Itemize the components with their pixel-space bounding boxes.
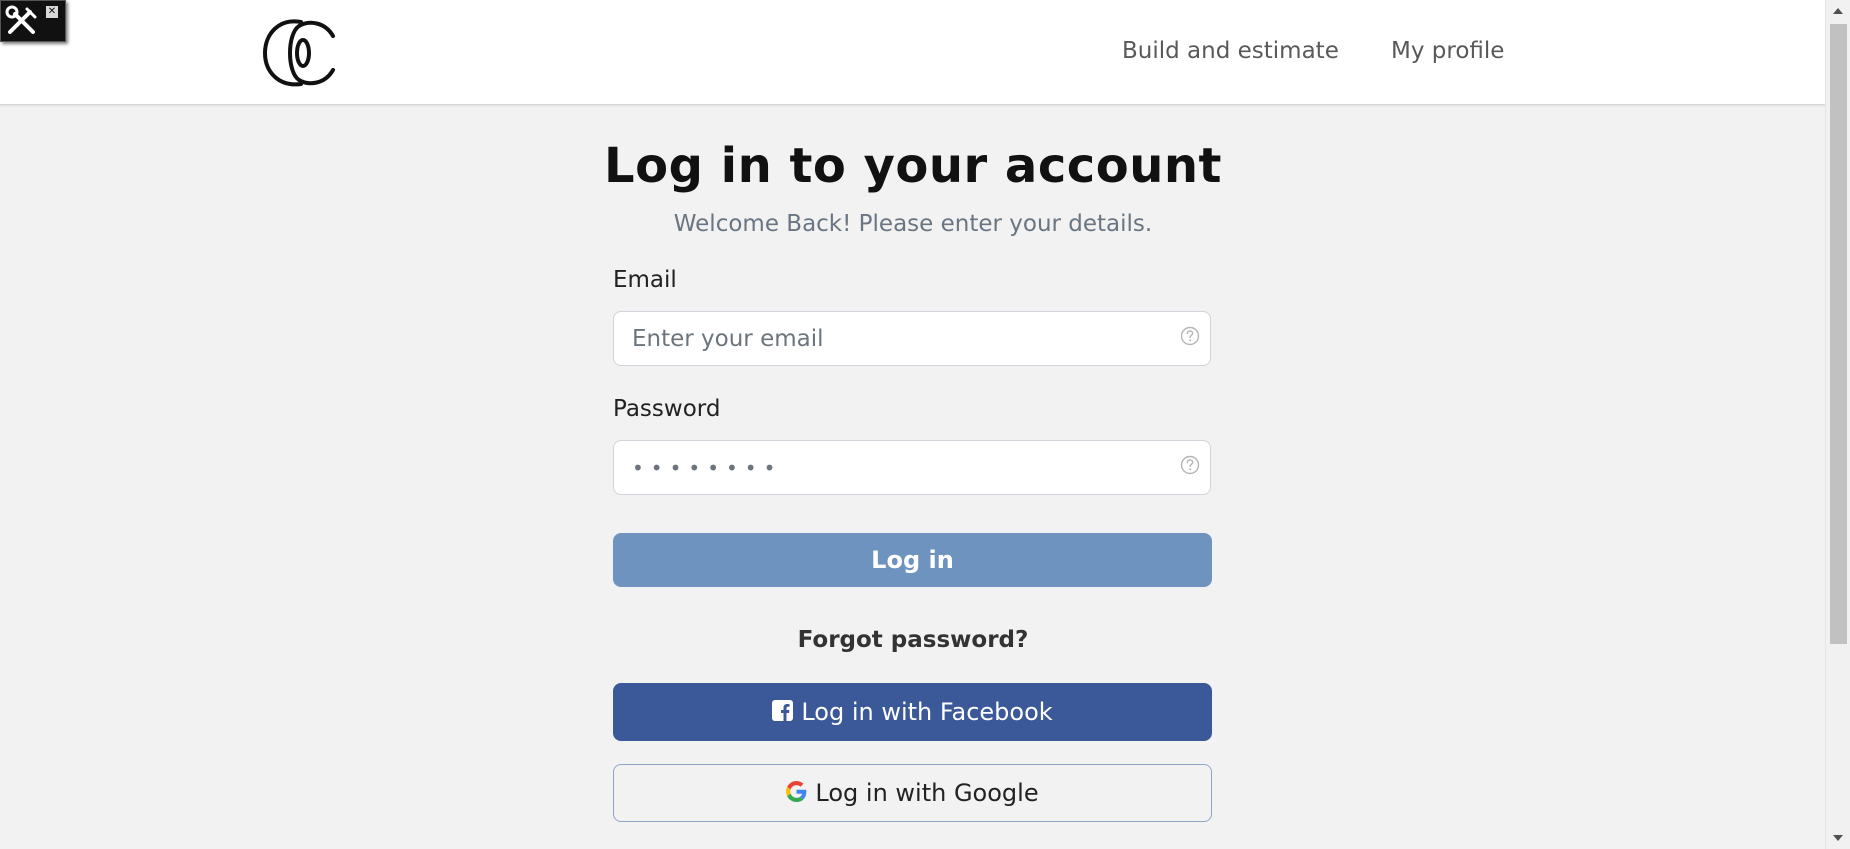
facebook-login-button[interactable]: Log in with Facebook bbox=[613, 683, 1212, 741]
google-login-button[interactable]: Log in with Google bbox=[613, 764, 1212, 822]
email-field-container bbox=[613, 311, 1211, 366]
page-title: Log in to your account bbox=[604, 138, 1222, 194]
facebook-icon bbox=[772, 699, 794, 721]
password-label: Password bbox=[613, 396, 721, 422]
site-header: Build and estimate My profile bbox=[0, 0, 1826, 105]
password-field-container bbox=[613, 440, 1211, 495]
scroll-up-icon[interactable] bbox=[1833, 8, 1843, 14]
forgot-password-link[interactable]: Forgot password? bbox=[0, 627, 1826, 653]
page-subtitle: Welcome Back! Please enter your details. bbox=[673, 211, 1153, 237]
scroll-down-icon[interactable] bbox=[1833, 835, 1843, 841]
google-login-label: Log in with Google bbox=[815, 779, 1039, 807]
vertical-scrollbar[interactable] bbox=[1825, 0, 1850, 849]
help-icon bbox=[1180, 326, 1200, 346]
nav-my-profile[interactable]: My profile bbox=[1391, 38, 1504, 64]
email-label: Email bbox=[613, 267, 677, 293]
help-icon bbox=[1180, 455, 1200, 475]
google-icon bbox=[786, 780, 807, 802]
email-input[interactable] bbox=[632, 312, 1172, 365]
nav-build-and-estimate[interactable]: Build and estimate bbox=[1122, 38, 1339, 64]
login-button[interactable]: Log in bbox=[613, 533, 1212, 587]
scrollbar-thumb[interactable] bbox=[1830, 24, 1847, 644]
facebook-login-label: Log in with Facebook bbox=[801, 698, 1053, 726]
devtool-widget[interactable]: ✕ bbox=[0, 0, 66, 42]
wrench-screwdriver-icon bbox=[5, 5, 37, 34]
password-input[interactable] bbox=[632, 441, 1172, 494]
close-icon[interactable]: ✕ bbox=[46, 6, 58, 18]
logo[interactable] bbox=[261, 16, 337, 90]
